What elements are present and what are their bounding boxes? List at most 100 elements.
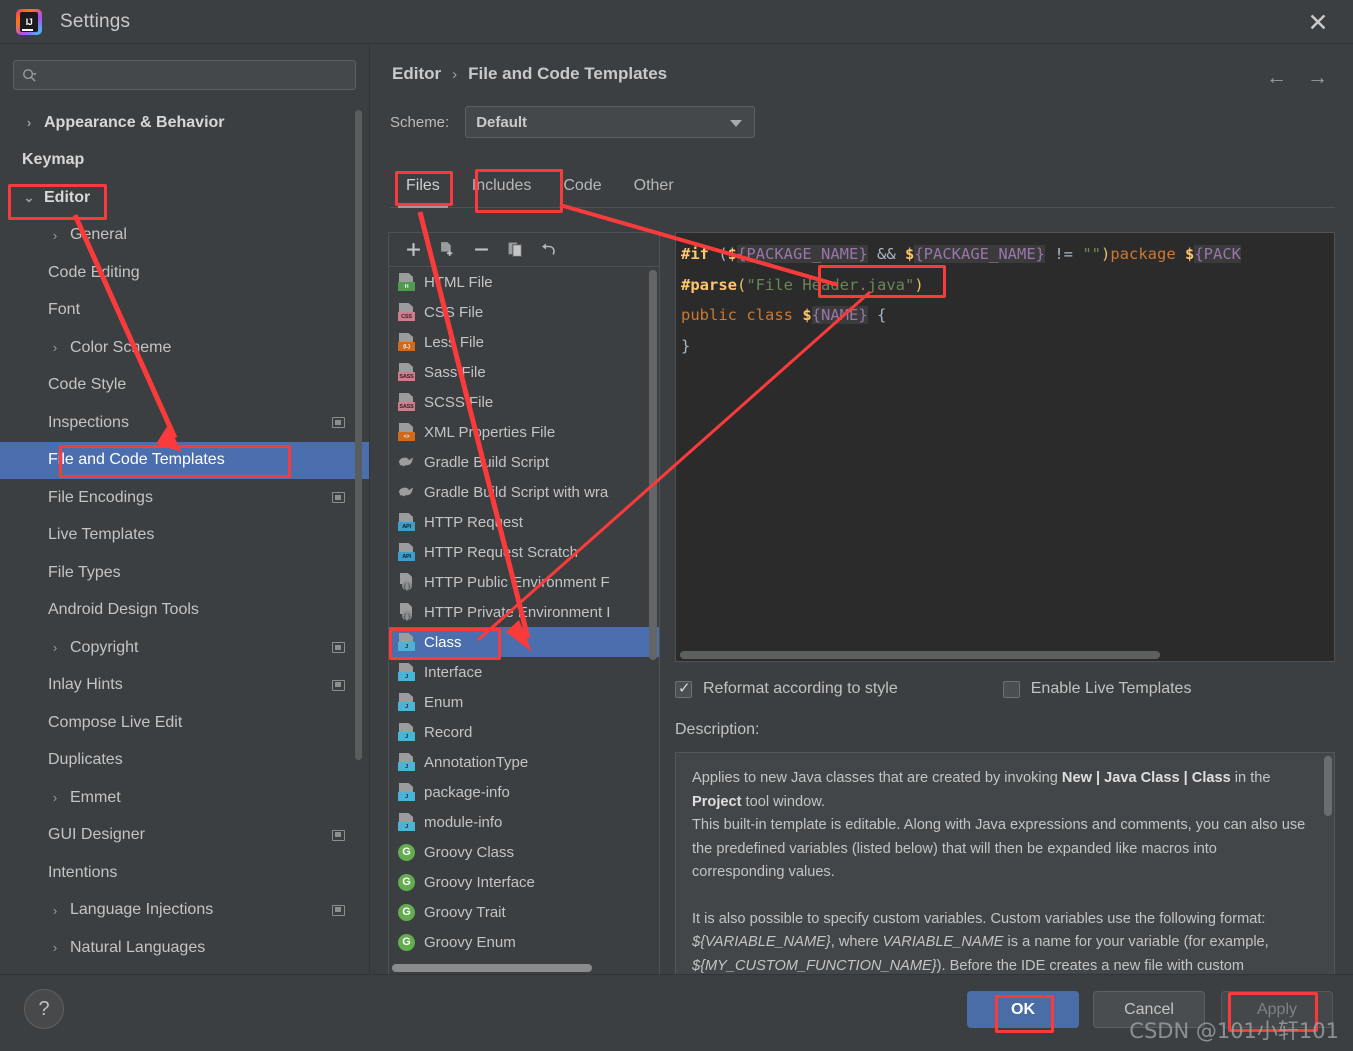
template-code-editor[interactable]: #if (${PACKAGE_NAME} && ${PACKAGE_NAME} … [675, 232, 1335, 662]
template-list-item[interactable]: J AnnotationType [389, 747, 659, 777]
search-input[interactable] [43, 67, 347, 83]
sidebar-scrollbar[interactable] [355, 110, 362, 760]
chevron-right-icon[interactable]: › [48, 228, 62, 243]
back-arrow-icon[interactable]: ← [1266, 66, 1287, 90]
file-type-icon: H [398, 273, 415, 291]
template-list-item[interactable]: G Groovy Class [389, 837, 659, 867]
chevron-right-icon[interactable]: › [48, 640, 62, 655]
title-bar: IJ Settings ✕ [0, 0, 1353, 44]
template-code-content: #if (${PACKAGE_NAME} && ${PACKAGE_NAME} … [681, 245, 1242, 355]
template-list-item[interactable]: SASS Sass File [389, 357, 659, 387]
template-item-label: Interface [424, 663, 483, 681]
tab-other[interactable]: Other [618, 164, 690, 208]
close-icon[interactable]: ✕ [1303, 8, 1333, 38]
checkbox-label: Enable Live Templates [1030, 680, 1192, 697]
editor-horizontal-scrollbar[interactable] [680, 651, 1160, 659]
sidebar-item-editor[interactable]: ⌄ Editor [0, 179, 369, 217]
template-list-item[interactable]: {} HTTP Private Environment I [389, 597, 659, 627]
scheme-dropdown[interactable]: Default [465, 106, 756, 138]
sidebar-item-appearance-behavior[interactable]: › Appearance & Behavior [0, 104, 369, 142]
tab-includes[interactable]: Includes [456, 164, 548, 208]
sidebar-item-code-style[interactable]: Code Style [0, 367, 369, 405]
description-label: Description: [675, 721, 760, 738]
create-template-from-file-button[interactable] [433, 237, 461, 263]
template-item-label: module-info [424, 813, 503, 831]
template-item-label: Groovy Trait [424, 903, 506, 921]
sidebar-item-label: Font [48, 301, 81, 319]
chevron-down-icon[interactable]: ⌄ [22, 190, 36, 206]
sidebar-item-font[interactable]: Font [0, 292, 369, 330]
template-list-item[interactable]: G Groovy Enum [389, 927, 659, 957]
template-list-item[interactable]: G Groovy Interface [389, 867, 659, 897]
cancel-button[interactable]: Cancel [1093, 991, 1205, 1028]
checkbox-reformat-according-to-style[interactable]: Reformat according to style [675, 679, 898, 698]
chevron-right-icon[interactable]: › [48, 940, 62, 955]
file-type-icon: SASS [398, 393, 415, 411]
chevron-right-icon[interactable]: › [22, 115, 36, 130]
search-box[interactable] [13, 60, 356, 90]
template-list-item[interactable]: Jpackage-info [389, 777, 659, 807]
template-list-item[interactable]: CSS CSS File [389, 297, 659, 327]
template-list-item[interactable]: SASS SCSS File [389, 387, 659, 417]
remove-template-button[interactable] [467, 237, 495, 263]
chevron-right-icon[interactable]: › [48, 790, 62, 805]
sidebar-item-keymap[interactable]: Keymap [0, 142, 369, 180]
description-paragraph-1: Applies to new Java classes that are cre… [692, 770, 1306, 880]
chevron-right-icon[interactable]: › [48, 340, 62, 355]
sidebar-item-inlay-hints[interactable]: Inlay Hints [0, 667, 369, 705]
template-list-item[interactable]: Gradle Build Script [389, 447, 659, 477]
sidebar-item-duplicates[interactable]: Duplicates [0, 742, 369, 780]
sidebar-item-color-scheme[interactable]: › Color Scheme [0, 329, 369, 367]
template-list-item[interactable]: J Record [389, 717, 659, 747]
checkbox-enable-live-templates[interactable]: Enable Live Templates [1002, 680, 1192, 698]
sidebar-item-language-injections[interactable]: › Language Injections [0, 892, 369, 930]
template-list-vertical-scrollbar[interactable] [649, 270, 657, 660]
template-list-item[interactable]: J Class [389, 627, 659, 657]
sidebar-item-label: Code Editing [48, 263, 140, 281]
sidebar-item-general[interactable]: › General [0, 217, 369, 255]
checkbox-box[interactable] [1002, 680, 1020, 698]
sidebar-item-compose-live-edit[interactable]: Compose Live Edit [0, 704, 369, 742]
template-list-item[interactable]: API HTTP Request [389, 507, 659, 537]
ok-button[interactable]: OK [967, 991, 1079, 1028]
sidebar-item-file-types[interactable]: File Types [0, 554, 369, 592]
sidebar-item-file-and-code-templates[interactable]: File and Code Templates [0, 441, 369, 479]
forward-arrow-icon[interactable]: → [1307, 66, 1328, 90]
sidebar-item-live-templates[interactable]: Live Templates [0, 517, 369, 555]
file-type-icon: J [398, 693, 415, 711]
checkbox-box[interactable] [675, 679, 692, 698]
sidebar-item-inspections[interactable]: Inspections [0, 404, 369, 442]
template-list-item[interactable]: {L} Less File [389, 327, 659, 357]
template-list-horizontal-scrollbar[interactable] [392, 964, 592, 972]
template-list-item[interactable]: Gradle Build Script with wra [389, 477, 659, 507]
copy-template-button[interactable] [501, 237, 529, 263]
reset-template-button[interactable] [535, 237, 563, 263]
sidebar-item-code-editing[interactable]: Code Editing [0, 254, 369, 292]
template-list-item[interactable]: <> XML Properties File [389, 417, 659, 447]
sidebar-item-copyright[interactable]: › Copyright [0, 629, 369, 667]
chevron-right-icon[interactable]: › [48, 903, 62, 918]
template-item-label: package-info [424, 783, 510, 801]
template-list-item[interactable]: API HTTP Request Scratch [389, 537, 659, 567]
template-list-item[interactable]: Jmodule-info [389, 807, 659, 837]
template-list-item[interactable]: J Enum [389, 687, 659, 717]
template-list-item[interactable]: G Groovy Trait [389, 897, 659, 927]
template-list[interactable]: H HTML File CSS CSS File {L} Less File SASS Sas… [389, 267, 659, 974]
template-list-item[interactable]: {} HTTP Public Environment F [389, 567, 659, 597]
sidebar-item-gui-designer[interactable]: GUI Designer [0, 817, 369, 855]
template-list-item[interactable]: J Interface [389, 657, 659, 687]
sidebar-item-android-design-tools[interactable]: Android Design Tools [0, 592, 369, 630]
sidebar-item-file-encodings[interactable]: File Encodings [0, 479, 369, 517]
add-template-button[interactable] [399, 237, 427, 263]
sidebar-item-emmet[interactable]: › Emmet [0, 779, 369, 817]
breadcrumb-parent[interactable]: Editor [392, 64, 441, 84]
sidebar-item-label: GUI Designer [48, 826, 145, 844]
template-list-item[interactable]: H HTML File [389, 267, 659, 297]
tab-code[interactable]: Code [547, 164, 617, 208]
description-scrollbar[interactable] [1324, 756, 1332, 816]
help-button[interactable]: ? [24, 989, 64, 1029]
sidebar-item-natural-languages[interactable]: › Natural Languages [0, 929, 369, 967]
tab-files[interactable]: Files [390, 164, 456, 208]
apply-button[interactable]: Apply [1221, 991, 1333, 1028]
sidebar-item-intentions[interactable]: Intentions [0, 854, 369, 892]
